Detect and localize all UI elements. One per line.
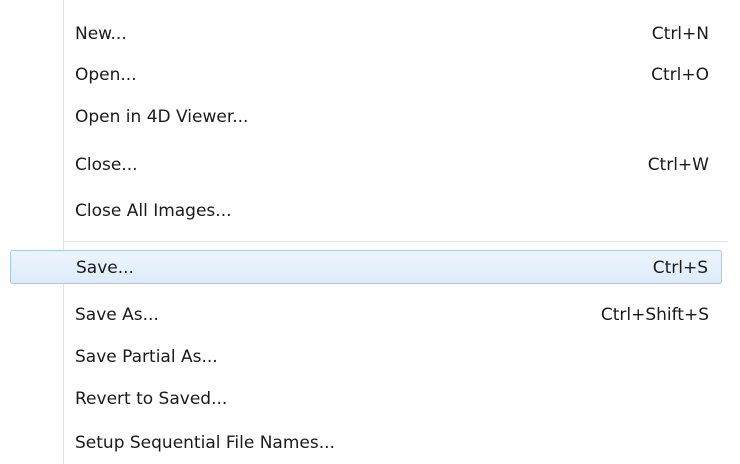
menu-item-shortcut: Ctrl+O: [651, 65, 709, 85]
menu-item-label: Save...: [76, 258, 134, 278]
file-menu: New... Ctrl+N Open... Ctrl+O Open in 4D …: [0, 0, 740, 464]
menu-item-shortcut: Ctrl+Shift+S: [600, 305, 709, 325]
menu-item-label: Open...: [75, 65, 137, 85]
menu-item-save[interactable]: Save... Ctrl+S: [10, 250, 722, 284]
menu-item-label: Save As...: [75, 305, 159, 325]
menu-item-new[interactable]: New... Ctrl+N: [10, 17, 722, 51]
menu-item-label: Open in 4D Viewer...: [75, 107, 249, 127]
menu-item-save-partial-as[interactable]: Save Partial As...: [10, 340, 722, 374]
menu-item-label: Close All Images...: [75, 201, 232, 221]
menu-item-label: New...: [75, 24, 127, 44]
menu-item-close-all-images[interactable]: Close All Images...: [10, 194, 722, 228]
menu-item-label: Setup Sequential File Names...: [75, 433, 335, 453]
menu-item-open-in-4d-viewer[interactable]: Open in 4D Viewer...: [10, 100, 722, 134]
menu-item-shortcut: Ctrl+N: [651, 24, 709, 44]
menu-item-label: Revert to Saved...: [75, 389, 228, 409]
menu-item-label: Close...: [75, 155, 138, 175]
menu-item-open[interactable]: Open... Ctrl+O: [10, 58, 722, 92]
menu-item-revert-to-saved[interactable]: Revert to Saved...: [10, 382, 722, 416]
menu-item-setup-sequential-file-names[interactable]: Setup Sequential File Names...: [10, 426, 722, 460]
menu-item-shortcut: Ctrl+W: [647, 155, 709, 175]
menu-item-shortcut: Ctrl+S: [652, 258, 708, 278]
menu-item-label: Save Partial As...: [75, 347, 218, 367]
menu-item-save-as[interactable]: Save As... Ctrl+Shift+S: [10, 298, 722, 332]
menu-item-close[interactable]: Close... Ctrl+W: [10, 148, 722, 182]
menu-separator: [64, 241, 728, 243]
